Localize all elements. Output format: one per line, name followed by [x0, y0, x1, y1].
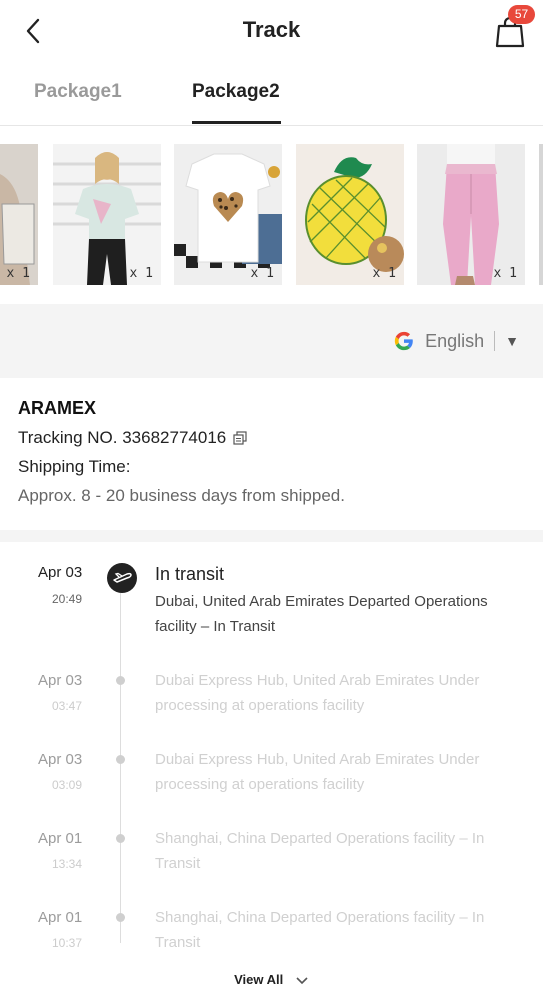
entry-date: Apr 01: [38, 830, 83, 847]
product-strip: x 1 x 1 x 1 x 1 x 1: [0, 140, 543, 290]
timeline-dot: [116, 676, 125, 685]
active-tab-indicator: [192, 121, 281, 124]
quantity-label: x 1: [250, 266, 274, 281]
header: Track 57: [0, 0, 543, 62]
entry-time: 03:47: [52, 699, 83, 713]
entry-details: In transit Dubai, United Arab Emirates D…: [155, 562, 525, 639]
product-thumb[interactable]: x 1: [0, 144, 38, 285]
tab-package2[interactable]: Package2: [192, 81, 280, 103]
tab-package1[interactable]: Package1: [34, 81, 122, 103]
copy-icon[interactable]: [233, 431, 247, 445]
entry-time: 10:37: [52, 936, 83, 950]
package-tabs: Package1 Package2: [0, 62, 543, 126]
entry-description: Shanghai, China Departed Operations faci…: [155, 830, 485, 872]
quantity-label: x 1: [6, 266, 30, 281]
quantity-label: x 1: [372, 266, 396, 281]
product-thumb[interactable]: x 1: [296, 144, 404, 285]
entry-description: Dubai Express Hub, United Arab Emirates …: [155, 672, 480, 714]
timeline-dot: [116, 755, 125, 764]
plane-icon: [107, 563, 137, 593]
entry-description: Dubai Express Hub, United Arab Emirates …: [155, 751, 480, 793]
shipping-time-label: Shipping Time:: [18, 457, 131, 476]
separator: [494, 331, 496, 351]
cart-count-badge: 57: [508, 5, 535, 24]
entry-date: Apr 03: [38, 751, 83, 768]
translate-bar: English ▼: [0, 304, 543, 378]
view-all-button[interactable]: View All: [0, 972, 543, 987]
entry-date: Apr 03: [38, 564, 83, 581]
google-icon: [394, 331, 413, 351]
product-thumb[interactable]: x 1: [417, 144, 525, 285]
page-title: Track: [242, 17, 301, 42]
entry-description: Dubai, United Arab Emirates Departed Ope…: [155, 593, 488, 635]
section-divider: [0, 530, 543, 542]
view-all-label: View All: [234, 972, 284, 987]
entry-time: 20:49: [52, 592, 83, 606]
carrier-info: ARAMEX Tracking NO. 33682774016 Shipping…: [18, 398, 528, 506]
quantity-label: x 1: [493, 266, 517, 281]
entry-date: Apr 01: [38, 909, 83, 926]
entry-description: Shanghai, China Departed Operations faci…: [155, 909, 485, 951]
entry-time: 03:09: [52, 778, 83, 792]
quantity-label: x 1: [129, 266, 153, 281]
tracking-number-row: Tracking NO. 33682774016: [18, 428, 528, 448]
tracking-timeline: Apr 03 20:49 In transit Dubai, United Ar…: [0, 550, 543, 960]
entry-status: In transit: [155, 564, 225, 584]
product-thumb[interactable]: x 1: [174, 144, 282, 285]
timeline-dot: [116, 913, 125, 922]
dropdown-arrow-icon: ▼: [505, 333, 519, 349]
timeline-dot: [116, 834, 125, 843]
product-thumb[interactable]: [539, 144, 543, 285]
entry-date: Apr 03: [38, 672, 83, 689]
language-label: English: [425, 330, 485, 351]
product-thumb[interactable]: x 1: [53, 144, 161, 285]
entry-time: 13:34: [52, 857, 83, 871]
chevron-down-icon: [296, 977, 308, 985]
language-selector[interactable]: English ▼: [393, 330, 519, 352]
shipping-time-value: Approx. 8 - 20 business days from shippe…: [18, 486, 345, 505]
tracking-number: Tracking NO. 33682774016: [18, 428, 227, 447]
carrier-name: ARAMEX: [18, 398, 97, 418]
